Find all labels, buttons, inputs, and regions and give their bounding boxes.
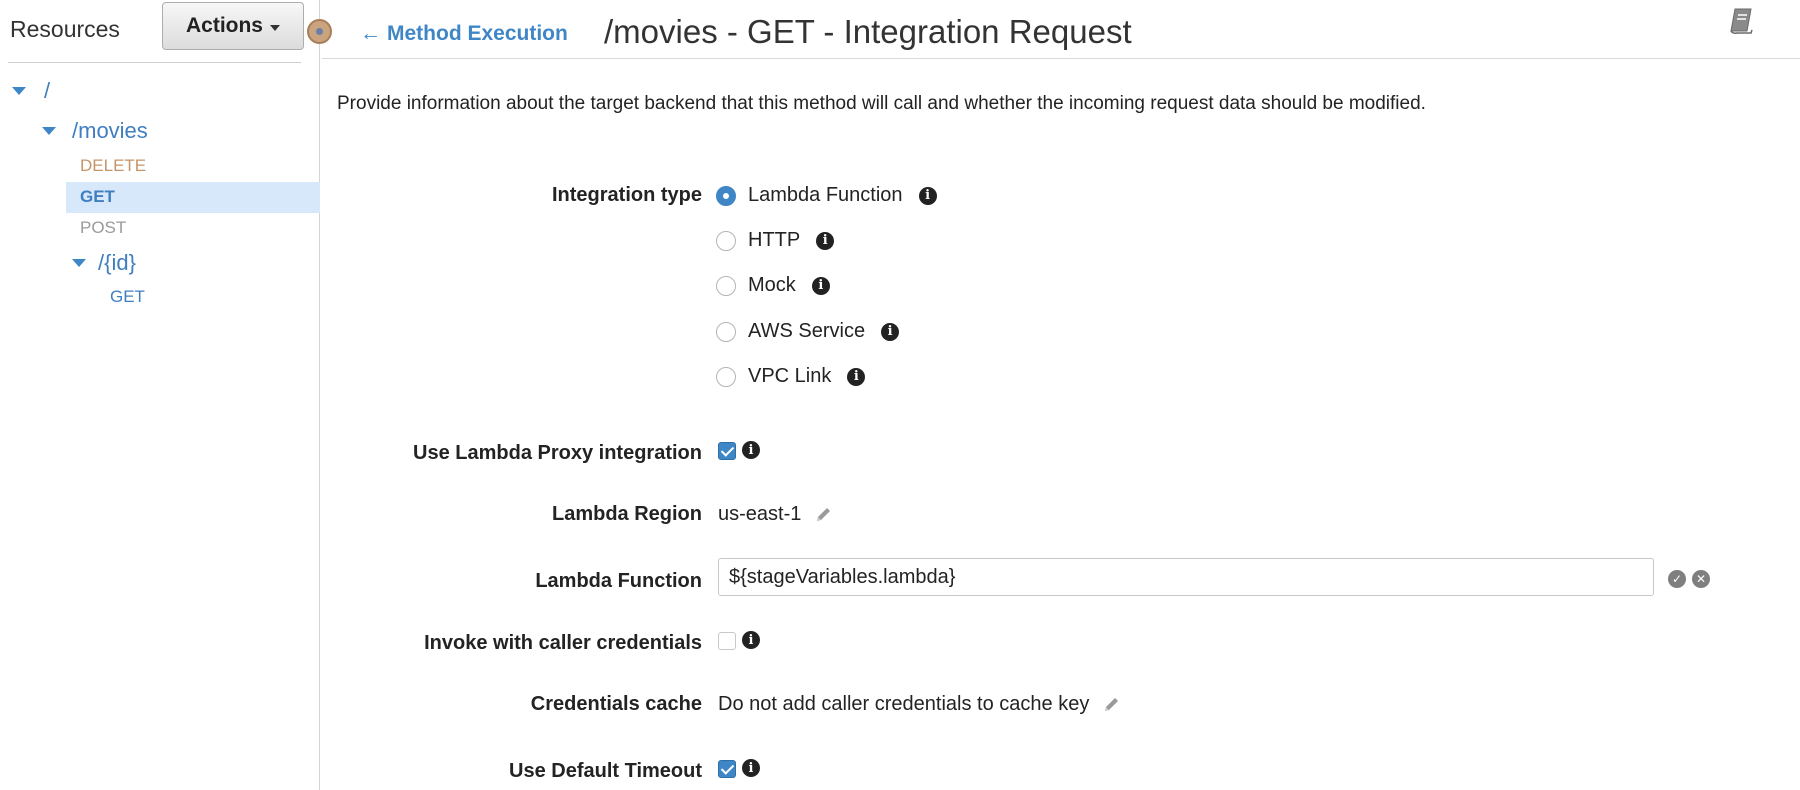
method-get-label: GET	[80, 187, 115, 206]
page-description: Provide information about the target bac…	[337, 93, 1426, 114]
default-timeout-checkbox[interactable]	[718, 760, 736, 778]
pencil-edit-icon[interactable]	[813, 505, 833, 525]
tree-label-movies: /movies	[72, 118, 148, 143]
method-id-get[interactable]: GET	[110, 287, 145, 307]
lambda-function-input[interactable]	[718, 558, 1654, 596]
lambda-region-value-row: us-east-1	[718, 503, 833, 526]
radio-button[interactable]	[716, 275, 736, 296]
tree-item-id[interactable]: /{id}	[72, 250, 136, 276]
radio-label-vpc-link: VPC Link	[748, 365, 832, 387]
expand-triangle-icon[interactable]	[72, 259, 86, 267]
lambda-region-value: us-east-1	[718, 503, 802, 525]
info-icon[interactable]: i	[847, 367, 866, 386]
lambda-function-label: Lambda Function	[535, 570, 702, 592]
radio-button[interactable]	[716, 366, 736, 387]
resources-title: Resources	[10, 16, 120, 42]
radio-button-checked[interactable]	[716, 185, 736, 206]
sidebar-divider	[8, 62, 301, 63]
tree-item-movies[interactable]: /movies	[42, 118, 148, 144]
info-icon[interactable]: i	[742, 631, 760, 649]
radio-label-aws-service: AWS Service	[748, 320, 866, 342]
caller-credentials-label: Invoke with caller credentials	[424, 632, 702, 654]
caret-down-icon	[270, 24, 280, 31]
header-divider	[322, 58, 1800, 59]
radio-aws-service[interactable]: AWS Service i	[716, 320, 900, 343]
info-icon[interactable]: i	[816, 231, 835, 250]
lambda-proxy-checkbox[interactable]	[718, 442, 736, 460]
method-get[interactable]: GET	[80, 187, 115, 207]
tree-label-root: /	[44, 78, 51, 103]
radio-http[interactable]: HTTP i	[716, 229, 835, 252]
default-timeout-label: Use Default Timeout	[509, 760, 702, 782]
info-icon[interactable]: i	[811, 276, 830, 295]
method-delete-label: DELETE	[80, 156, 147, 175]
method-id-get-label: GET	[110, 287, 145, 306]
confirm-check-icon[interactable]: ✓	[1668, 570, 1686, 588]
method-post[interactable]: POST	[80, 218, 126, 238]
expand-triangle-icon[interactable]	[12, 87, 26, 95]
radio-label-mock: Mock	[748, 274, 796, 296]
info-icon[interactable]: i	[742, 441, 760, 459]
method-execution-label: Method Execution	[387, 22, 568, 45]
method-execution-link[interactable]: ← Method Execution	[360, 22, 568, 46]
radio-vpc-link[interactable]: VPC Link i	[716, 365, 866, 388]
page-title: /movies - GET - Integration Request	[604, 13, 1132, 50]
actions-label: Actions	[185, 14, 263, 37]
resources-sidebar: Resources Actions / /movies DELETE GET P…	[0, 0, 320, 790]
radio-label-lambda-function: Lambda Function	[748, 184, 903, 206]
tree-label-id: /{id}	[98, 250, 136, 275]
credentials-cache-value: Do not add caller credentials to cache k…	[718, 693, 1090, 715]
integration-type-label: Integration type	[551, 184, 702, 206]
radio-button[interactable]	[716, 230, 736, 251]
lambda-proxy-label: Use Lambda Proxy integration	[413, 442, 702, 464]
pencil-edit-icon[interactable]	[1101, 695, 1121, 715]
arrow-left-icon: ←	[360, 22, 381, 45]
radio-lambda-function[interactable]: Lambda Function i	[716, 184, 937, 207]
info-icon[interactable]: i	[742, 759, 760, 777]
radio-mock[interactable]: Mock i	[716, 274, 830, 297]
lambda-region-label: Lambda Region	[551, 503, 702, 525]
credentials-cache-label: Credentials cache	[530, 693, 702, 715]
credentials-cache-value-row: Do not add caller credentials to cache k…	[718, 693, 1121, 716]
method-post-label: POST	[80, 218, 127, 237]
info-icon[interactable]: i	[918, 186, 937, 205]
sidebar-collapse-handle[interactable]	[307, 19, 332, 44]
radio-label-http: HTTP	[748, 229, 801, 251]
info-icon[interactable]: i	[881, 322, 900, 341]
caller-credentials-checkbox[interactable]	[718, 632, 736, 650]
book-icon[interactable]	[1726, 6, 1756, 36]
radio-button[interactable]	[716, 321, 736, 342]
cancel-x-icon[interactable]: ✕	[1692, 570, 1710, 588]
method-delete[interactable]: DELETE	[80, 156, 146, 176]
actions-button[interactable]: Actions	[162, 2, 304, 50]
tree-item-root[interactable]: /	[12, 78, 50, 104]
expand-triangle-icon[interactable]	[42, 127, 56, 135]
